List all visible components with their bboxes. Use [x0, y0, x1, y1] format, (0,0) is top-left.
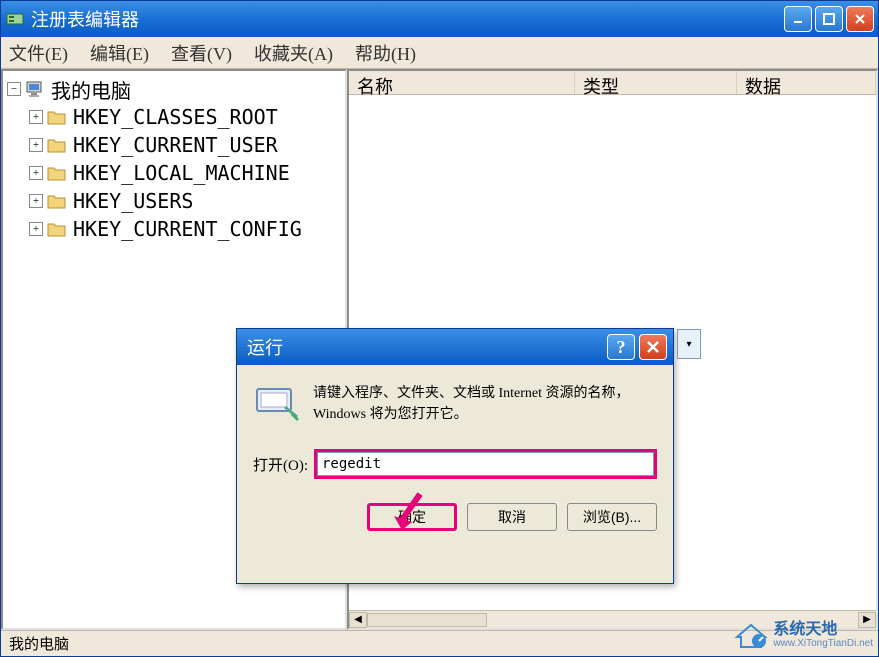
open-label: 打开(O):: [253, 454, 308, 475]
open-combo: ▾: [314, 449, 657, 479]
folder-icon: [47, 136, 67, 154]
dialog-buttons: 确定 取消 浏览(B)...: [237, 489, 673, 531]
menu-favorites[interactable]: 收藏夹(A): [254, 40, 333, 66]
menu-edit[interactable]: 编辑(E): [90, 40, 149, 66]
list-header: 名称 类型 数据: [349, 71, 876, 95]
minimize-button[interactable]: [784, 6, 812, 32]
open-input-highlight: [314, 449, 657, 479]
column-data[interactable]: 数据: [737, 71, 876, 94]
expand-icon[interactable]: +: [29, 222, 43, 236]
dialog-message-row: 请键入程序、文件夹、文档或 Internet 资源的名称，Windows 将为您…: [253, 383, 657, 425]
expand-icon[interactable]: +: [29, 138, 43, 152]
dialog-title: 运行: [243, 334, 607, 360]
expand-icon[interactable]: +: [29, 110, 43, 124]
tree-item-label: HKEY_LOCAL_MACHINE: [73, 161, 290, 185]
window-title: 注册表编辑器: [31, 6, 784, 32]
tree-item[interactable]: + HKEY_CURRENT_USER: [5, 131, 343, 159]
cancel-button[interactable]: 取消: [467, 503, 557, 531]
dialog-message: 请键入程序、文件夹、文档或 Internet 资源的名称，Windows 将为您…: [313, 383, 657, 425]
watermark-text: 系统天地 www.XiTongTianDi.net: [773, 621, 873, 650]
tree-item[interactable]: + HKEY_USERS: [5, 187, 343, 215]
tree-item[interactable]: + HKEY_CLASSES_ROOT: [5, 103, 343, 131]
scroll-left-button[interactable]: ◀: [349, 612, 367, 628]
tree-item-label: HKEY_CURRENT_CONFIG: [73, 217, 302, 241]
tree-item-label: HKEY_USERS: [73, 189, 193, 213]
watermark-url: www.XiTongTianDi.net: [773, 638, 873, 649]
close-button[interactable]: [846, 6, 874, 32]
run-icon: [253, 383, 301, 423]
tree-item-label: HKEY_CURRENT_USER: [73, 133, 278, 157]
expand-icon[interactable]: +: [29, 194, 43, 208]
menu-view[interactable]: 查看(V): [171, 40, 232, 66]
watermark-icon: [733, 619, 769, 651]
open-row: 打开(O): ▾: [253, 449, 657, 479]
dropdown-button[interactable]: ▾: [677, 329, 701, 359]
ok-button[interactable]: 确定: [367, 503, 457, 531]
titlebar[interactable]: 注册表编辑器: [1, 1, 878, 37]
dialog-body: 请键入程序、文件夹、文档或 Internet 资源的名称，Windows 将为您…: [237, 365, 673, 489]
window-controls: [784, 6, 874, 32]
column-type[interactable]: 类型: [575, 71, 737, 94]
tree-item-label: HKEY_CLASSES_ROOT: [73, 105, 278, 129]
watermark: 系统天地 www.XiTongTianDi.net: [733, 619, 873, 651]
menu-file[interactable]: 文件(E): [9, 40, 68, 66]
dialog-titlebar[interactable]: 运行 ?: [237, 329, 673, 365]
open-input[interactable]: [317, 452, 654, 476]
statusbar-text: 我的电脑: [9, 633, 69, 654]
folder-icon: [47, 220, 67, 238]
app-icon: [5, 9, 25, 29]
folder-icon: [47, 164, 67, 182]
tree-item[interactable]: + HKEY_LOCAL_MACHINE: [5, 159, 343, 187]
tree-item[interactable]: + HKEY_CURRENT_CONFIG: [5, 215, 343, 243]
folder-icon: [47, 108, 67, 126]
computer-icon: [25, 80, 45, 98]
menubar: 文件(E) 编辑(E) 查看(V) 收藏夹(A) 帮助(H): [1, 37, 878, 69]
column-name[interactable]: 名称: [349, 71, 575, 94]
tree-root-label: 我的电脑: [51, 75, 131, 104]
maximize-button[interactable]: [815, 6, 843, 32]
collapse-icon[interactable]: −: [7, 82, 21, 96]
browse-button[interactable]: 浏览(B)...: [567, 503, 657, 531]
tree-root[interactable]: − 我的电脑: [5, 75, 343, 103]
folder-icon: [47, 192, 67, 210]
watermark-title: 系统天地: [773, 621, 873, 639]
expand-icon[interactable]: +: [29, 166, 43, 180]
dialog-close-button[interactable]: [639, 334, 667, 360]
menu-help[interactable]: 帮助(H): [355, 40, 416, 66]
run-dialog: 运行 ? 请键入程序、文件夹、文档或 Internet 资源的名称，Window…: [236, 328, 674, 584]
scroll-thumb[interactable]: [367, 613, 487, 627]
dialog-help-button[interactable]: ?: [607, 334, 635, 360]
